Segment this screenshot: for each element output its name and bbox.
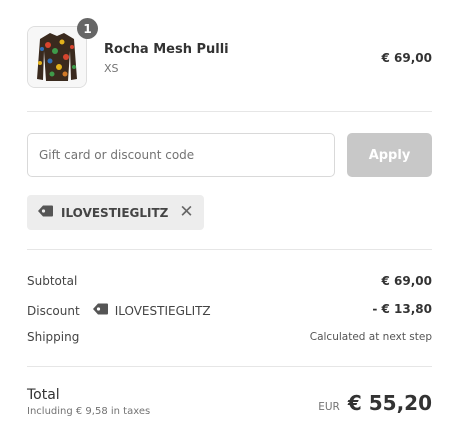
applied-code-label: ILOVESTIEGLITZ (61, 205, 169, 220)
divider (27, 111, 432, 112)
discount-row-label: Discount ILOVESTIEGLITZ (27, 302, 211, 319)
discount-value: - € 13,80 (372, 302, 432, 316)
tag-icon (37, 203, 54, 222)
subtotal-value: € 69,00 (381, 274, 432, 288)
divider (27, 249, 432, 250)
quantity-badge: 1 (77, 18, 98, 39)
apply-button[interactable]: Apply (347, 133, 432, 177)
applied-discount-tag: ILOVESTIEGLITZ ✕ (27, 195, 204, 230)
product-name: Rocha Mesh Pulli (104, 42, 229, 57)
product-thumbnail (27, 26, 87, 88)
subtotal-label: Subtotal (27, 274, 78, 288)
product-variant: XS (104, 62, 119, 75)
total-amount: € 55,20 (347, 391, 432, 415)
currency-code: EUR (318, 401, 340, 413)
total-amount-group: EUR € 55,20 (318, 391, 432, 415)
total-label: Total (27, 387, 60, 403)
divider (27, 366, 432, 367)
discount-code-label: ILOVESTIEGLITZ (114, 303, 211, 318)
shipping-value: Calculated at next step (309, 331, 432, 343)
tax-note: Including € 9,58 in taxes (27, 406, 151, 417)
shipping-label: Shipping (27, 330, 80, 344)
close-icon[interactable]: ✕ (179, 204, 193, 221)
discount-code-input[interactable] (27, 133, 335, 177)
shirt-image (28, 27, 86, 87)
product-price: € 69,00 (381, 51, 432, 65)
tag-icon (92, 302, 109, 319)
discount-label: Discount (27, 303, 80, 318)
